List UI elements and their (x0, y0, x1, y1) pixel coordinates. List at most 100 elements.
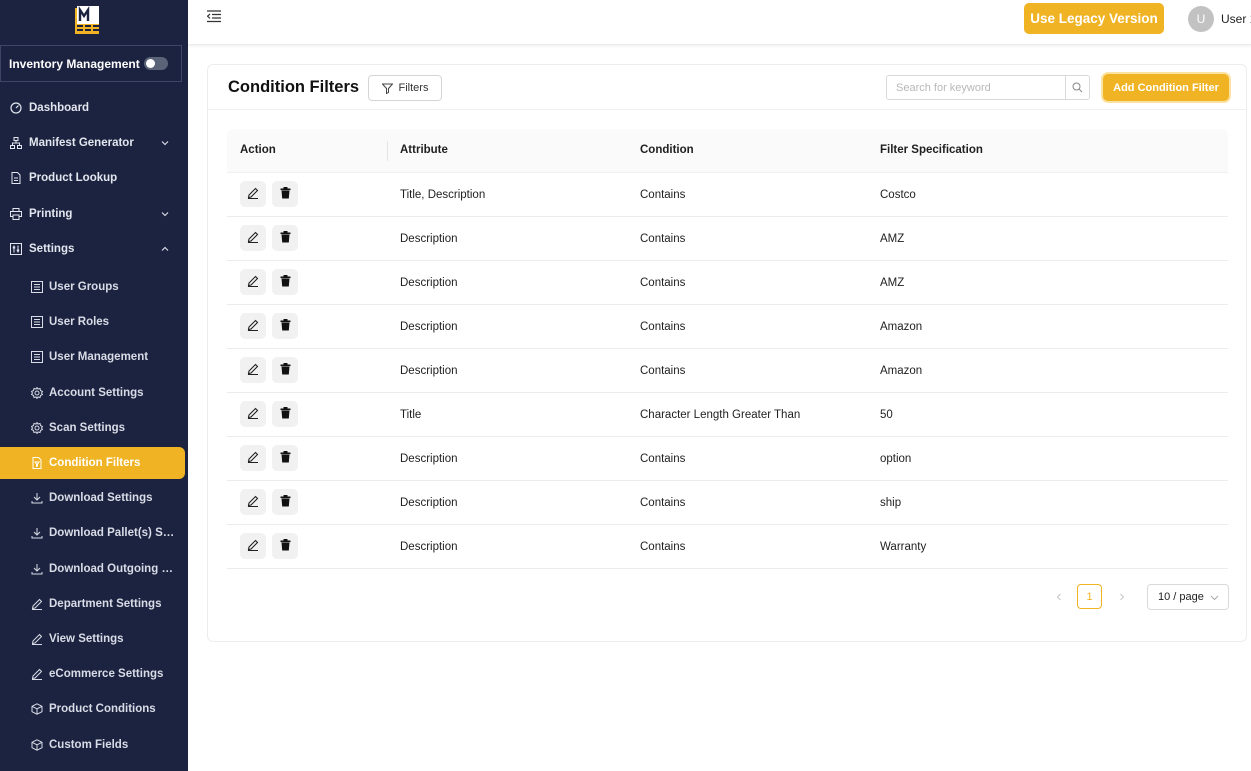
pencil-icon (31, 598, 43, 610)
inventory-management-switch[interactable] (144, 57, 168, 70)
sidebar-item-label: eCommerce Settings (49, 668, 164, 680)
cell-condition: Contains (640, 233, 686, 245)
chevron-down-icon (1210, 595, 1219, 601)
trash-icon (280, 406, 291, 422)
filter-document-icon (32, 457, 42, 469)
sidebar-item-label: Scan Settings (49, 422, 126, 434)
avatar[interactable]: U (1188, 6, 1214, 32)
cell-attribute: Description (400, 277, 458, 289)
sidebar-item-dashboard[interactable]: Dashboard (0, 92, 185, 124)
list-icon (31, 281, 43, 293)
search-box (886, 75, 1090, 100)
sidebar-item-scan-settings[interactable]: Scan Settings (0, 412, 185, 444)
sidebar-item-download-settings[interactable]: Download Settings (0, 482, 185, 514)
edit-button[interactable] (240, 225, 266, 251)
page-size-value: 10 / page (1158, 591, 1204, 603)
menu-fold-icon[interactable] (207, 10, 221, 23)
sidebar-item-view-settings[interactable]: View Settings (0, 623, 185, 655)
add-condition-filter-button[interactable]: Add Condition Filter (1103, 74, 1229, 101)
sidebar-item-custom-fields[interactable]: Custom Fields (0, 729, 185, 761)
header-condition[interactable]: Condition (640, 144, 694, 156)
trash-icon (280, 318, 291, 334)
card-header: Condition Filters Filters Add Condition … (208, 65, 1246, 110)
edit-button[interactable] (240, 401, 266, 427)
edit-icon (247, 451, 259, 466)
sidebar-item-label: Condition Filters (49, 457, 141, 469)
delete-button[interactable] (272, 533, 298, 559)
edit-button[interactable] (240, 313, 266, 339)
sidebar-item-settings[interactable]: Settings (0, 233, 185, 265)
pagination-next[interactable] (1111, 584, 1133, 610)
pagination-page-current[interactable]: 1 (1077, 584, 1102, 609)
gear-icon (31, 387, 43, 399)
cell-filter-specification: Warranty (880, 541, 927, 553)
sidebar-item-download-outgoing[interactable]: Download Outgoing Truck Settings (0, 553, 185, 585)
delete-button[interactable] (272, 269, 298, 295)
sitemap-icon (10, 137, 22, 149)
sidebar-item-user-management[interactable]: User Management (0, 341, 185, 373)
brand-logo (75, 6, 99, 34)
table-row: Title, Description Contains Costco (227, 173, 1228, 217)
cell-condition: Contains (640, 365, 686, 377)
sidebar-item-product-conditions[interactable]: Product Conditions (0, 693, 185, 725)
table-row: Description Contains AMZ (227, 217, 1228, 261)
cell-filter-specification: AMZ (880, 233, 905, 245)
edit-button[interactable] (240, 181, 266, 207)
page-size-select[interactable]: 10 / page (1147, 584, 1229, 610)
trash-icon (280, 274, 291, 290)
trash-icon (280, 538, 291, 554)
edit-icon (247, 407, 259, 422)
printer-icon (10, 208, 22, 220)
search-input[interactable] (887, 76, 1067, 99)
sidebar-item-label: Printing (29, 208, 73, 220)
sidebar-item-ecommerce-settings[interactable]: eCommerce Settings (0, 658, 185, 690)
delete-button[interactable] (272, 357, 298, 383)
search-button[interactable] (1065, 76, 1089, 99)
download-icon (31, 564, 43, 575)
sidebar-item-label: User Roles (49, 316, 110, 328)
delete-button[interactable] (272, 401, 298, 427)
delete-button[interactable] (272, 445, 298, 471)
sidebar-item-label: Download Pallet(s) Settings (49, 527, 175, 539)
cell-condition: Contains (640, 497, 686, 509)
sidebar-item-product-lookup[interactable]: Product Lookup (0, 162, 185, 194)
sidebar-item-account-settings[interactable]: Account Settings (0, 377, 185, 409)
trash-icon (280, 186, 291, 202)
sidebar-item-label: Custom Fields (49, 739, 129, 751)
edit-button[interactable] (240, 445, 266, 471)
edit-button[interactable] (240, 269, 266, 295)
sidebar-item-printing[interactable]: Printing (0, 198, 185, 230)
edit-button[interactable] (240, 357, 266, 383)
header-attribute[interactable]: Attribute (400, 144, 448, 156)
header-divider (387, 141, 388, 161)
cell-attribute: Title, Description (400, 189, 486, 201)
pagination-prev[interactable] (1048, 584, 1070, 610)
sidebar-item-manifest-generator[interactable]: Manifest Generator (0, 127, 185, 159)
table-row: Description Contains Warranty (227, 525, 1228, 569)
edit-button[interactable] (240, 533, 266, 559)
trash-icon (280, 230, 291, 246)
sidebar-item-label: User Management (49, 351, 149, 363)
page-title: Condition Filters (228, 78, 360, 96)
edit-button[interactable] (240, 489, 266, 515)
delete-button[interactable] (272, 181, 298, 207)
cell-condition: Contains (640, 541, 686, 553)
cell-condition: Character Length Greater Than (640, 409, 801, 421)
delete-button[interactable] (272, 225, 298, 251)
sidebar-item-user-groups[interactable]: User Groups (0, 271, 185, 303)
user-name[interactable]: User 1 (1221, 12, 1251, 26)
sidebar-item-department-settings[interactable]: Department Settings (0, 588, 185, 620)
use-legacy-version-button[interactable]: Use Legacy Version (1024, 3, 1164, 34)
delete-button[interactable] (272, 313, 298, 339)
delete-button[interactable] (272, 489, 298, 515)
sidebar-item-download-pallets[interactable]: Download Pallet(s) Settings (0, 517, 185, 549)
header-filter-specification[interactable]: Filter Specification (880, 144, 983, 156)
sidebar-item-condition-filters[interactable]: Condition Filters (0, 447, 185, 479)
table-row: Description Contains ship (227, 481, 1228, 525)
sidebar-item-user-roles[interactable]: User Roles (0, 306, 185, 338)
download-icon (31, 528, 43, 539)
sidebar-item-label: View Settings (49, 633, 124, 645)
filters-button[interactable]: Filters (368, 75, 442, 101)
cell-filter-specification: AMZ (880, 277, 905, 289)
dashboard-icon (10, 102, 22, 114)
